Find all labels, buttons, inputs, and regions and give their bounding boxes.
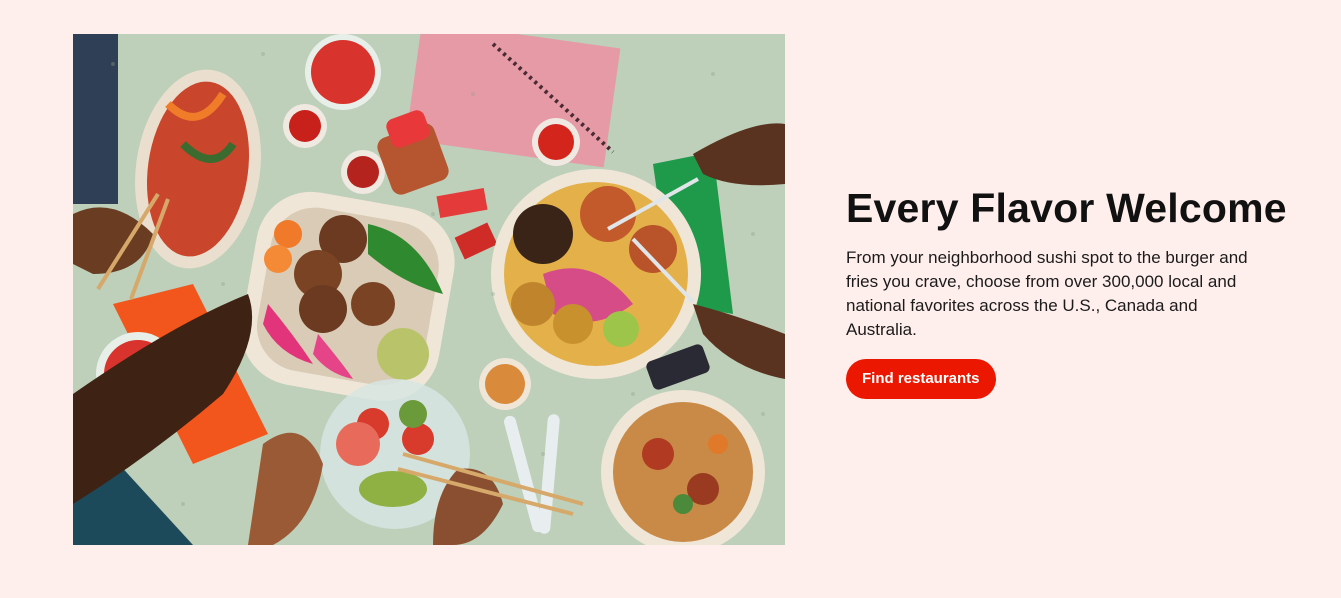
find-restaurants-button[interactable]: Find restaurants bbox=[846, 359, 996, 399]
hero-copy: Every Flavor Welcome From your neighborh… bbox=[846, 184, 1287, 399]
hero-title: Every Flavor Welcome bbox=[846, 185, 1287, 231]
hero-food-photo bbox=[73, 34, 785, 545]
hero-description: From your neighborhood sushi spot to the… bbox=[846, 248, 1248, 339]
food-table-illustration bbox=[73, 34, 785, 545]
